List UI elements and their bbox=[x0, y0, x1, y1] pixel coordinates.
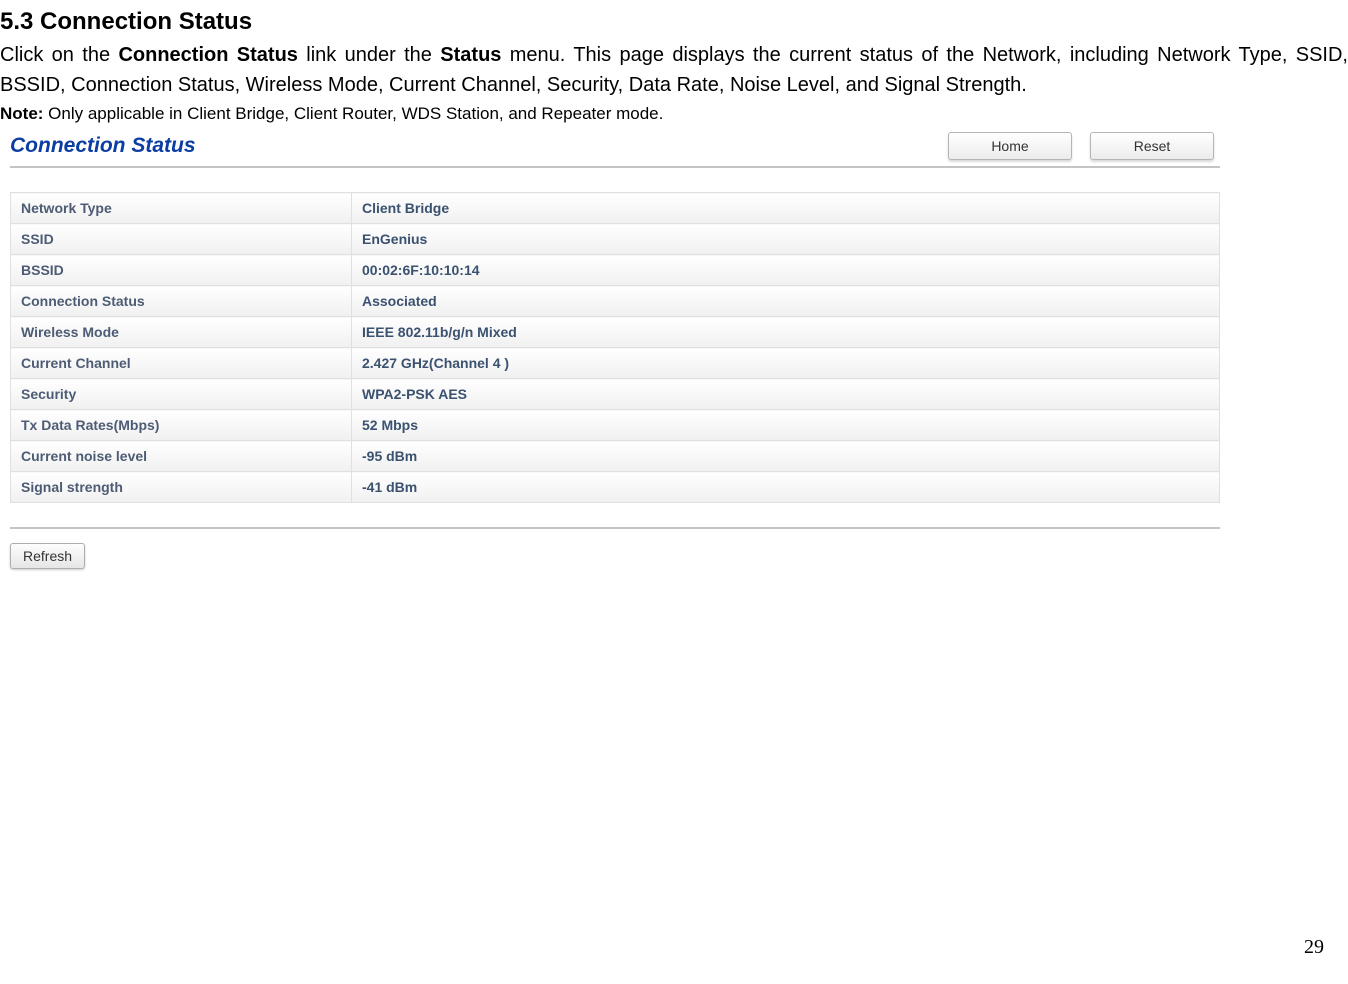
table-row: Tx Data Rates(Mbps) 52 Mbps bbox=[11, 410, 1220, 441]
row-value: -41 dBm bbox=[352, 472, 1220, 503]
section-heading: 5.3 Connection Status bbox=[0, 8, 1348, 36]
table-row: Signal strength -41 dBm bbox=[11, 472, 1220, 503]
table-row: Network Type Client Bridge bbox=[11, 193, 1220, 224]
status-table: Network Type Client Bridge SSID EnGenius… bbox=[10, 192, 1220, 503]
table-row: Wireless Mode IEEE 802.11b/g/n Mixed bbox=[11, 317, 1220, 348]
table-row: Current noise level -95 dBm bbox=[11, 441, 1220, 472]
row-value: -95 dBm bbox=[352, 441, 1220, 472]
row-value: EnGenius bbox=[352, 224, 1220, 255]
home-button[interactable]: Home bbox=[948, 132, 1072, 160]
note-label: Note: bbox=[0, 104, 43, 123]
table-row: Current Channel 2.427 GHz(Channel 4 ) bbox=[11, 348, 1220, 379]
text-bold: Status bbox=[440, 44, 501, 66]
row-label: Current noise level bbox=[11, 441, 352, 472]
row-label: Security bbox=[11, 379, 352, 410]
panel-title: Connection Status bbox=[10, 134, 196, 158]
note-line: Note: Only applicable in Client Bridge, … bbox=[0, 104, 1348, 124]
row-value: IEEE 802.11b/g/n Mixed bbox=[352, 317, 1220, 348]
table-row: BSSID 00:02:6F:10:10:14 bbox=[11, 255, 1220, 286]
panel-header: Connection Status Home Reset bbox=[10, 132, 1220, 168]
divider bbox=[10, 527, 1220, 529]
row-label: Wireless Mode bbox=[11, 317, 352, 348]
reset-button[interactable]: Reset bbox=[1090, 132, 1214, 160]
panel-buttons: Home Reset bbox=[948, 132, 1220, 160]
row-value: WPA2-PSK AES bbox=[352, 379, 1220, 410]
row-label: Connection Status bbox=[11, 286, 352, 317]
text: link under the bbox=[298, 44, 440, 66]
row-value: 00:02:6F:10:10:14 bbox=[352, 255, 1220, 286]
text: Click on the bbox=[0, 44, 118, 66]
row-value: 2.427 GHz(Channel 4 ) bbox=[352, 348, 1220, 379]
row-label: Tx Data Rates(Mbps) bbox=[11, 410, 352, 441]
row-label: Current Channel bbox=[11, 348, 352, 379]
row-value: 52 Mbps bbox=[352, 410, 1220, 441]
text-bold: Connection Status bbox=[118, 44, 297, 66]
row-label: Network Type bbox=[11, 193, 352, 224]
note-text: Only applicable in Client Bridge, Client… bbox=[43, 104, 663, 123]
page-number: 29 bbox=[1304, 936, 1324, 959]
intro-paragraph: Click on the Connection Status link unde… bbox=[0, 40, 1348, 100]
row-label: Signal strength bbox=[11, 472, 352, 503]
refresh-button[interactable]: Refresh bbox=[10, 543, 85, 569]
row-value: Associated bbox=[352, 286, 1220, 317]
table-row: Security WPA2-PSK AES bbox=[11, 379, 1220, 410]
row-value: Client Bridge bbox=[352, 193, 1220, 224]
table-row: Connection Status Associated bbox=[11, 286, 1220, 317]
connection-status-panel: Connection Status Home Reset Network Typ… bbox=[10, 132, 1220, 569]
row-label: SSID bbox=[11, 224, 352, 255]
row-label: BSSID bbox=[11, 255, 352, 286]
table-row: SSID EnGenius bbox=[11, 224, 1220, 255]
